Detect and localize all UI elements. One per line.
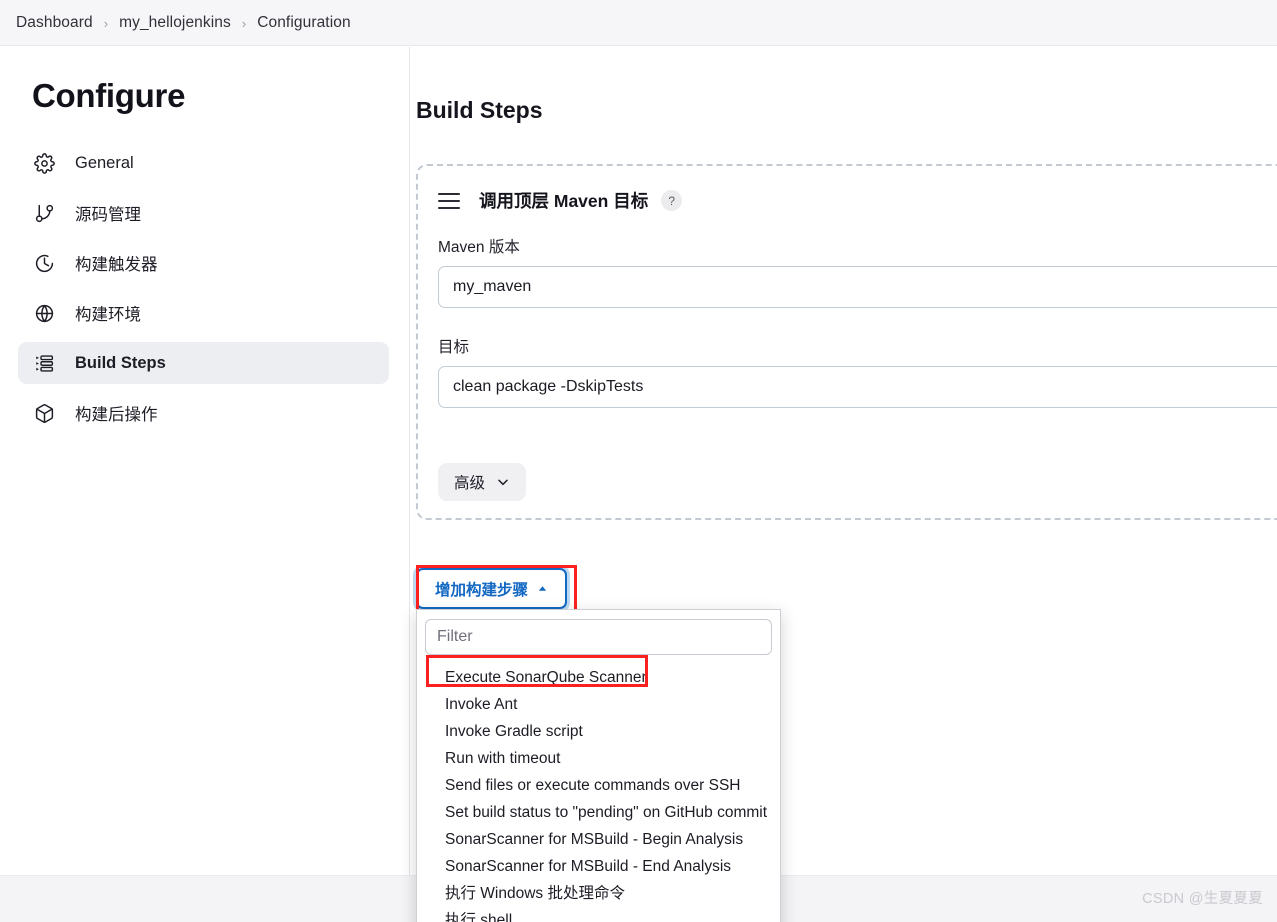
dropdown-list: Execute SonarQube Scanner Invoke Ant Inv…: [417, 663, 780, 922]
build-step-panel: 调用顶层 Maven 目标 ? Maven 版本 目标 高级: [416, 164, 1277, 520]
sidebar-nav: General 源码管理 构建触发器 构建环境 Build Steps 构建后操…: [0, 142, 409, 434]
dropdown-item-execute-sonarqube-scanner[interactable]: Execute SonarQube Scanner: [417, 663, 780, 690]
goals-input[interactable]: [438, 366, 1277, 408]
section-title: Build Steps: [416, 97, 543, 123]
help-icon[interactable]: ?: [661, 190, 683, 211]
package-icon: [32, 401, 56, 425]
sidebar-item-build-steps[interactable]: Build Steps: [18, 342, 389, 384]
breadcrumb-item-dashboard[interactable]: Dashboard: [16, 14, 93, 32]
main-content: Build Steps 调用顶层 Maven 目标 ? Maven 版本 目标 …: [411, 47, 1277, 922]
sidebar-item-label: 构建环境: [75, 306, 141, 324]
page-title: Configure: [32, 77, 186, 114]
goals-field: 目标: [418, 335, 1277, 408]
build-step-header: 调用顶层 Maven 目标 ?: [418, 166, 1277, 213]
sidebar-item-label: Build Steps: [75, 353, 166, 372]
dropdown-item-invoke-ant[interactable]: Invoke Ant: [417, 690, 780, 717]
git-branch-icon: [32, 201, 56, 225]
dropdown-item-sonarscanner-msbuild-begin[interactable]: SonarScanner for MSBuild - Begin Analysi…: [417, 825, 780, 852]
clock-icon: [32, 251, 56, 275]
breadcrumb-item-configuration[interactable]: Configuration: [257, 14, 351, 32]
dropdown-item-run-with-timeout[interactable]: Run with timeout: [417, 744, 780, 771]
configure-sidebar: Configure General 源码管理 构建触发器 构建环境 Build …: [0, 47, 410, 875]
dropdown-item-invoke-gradle-script[interactable]: Invoke Gradle script: [417, 717, 780, 744]
breadcrumb-separator: ›: [103, 16, 109, 31]
dropdown-item-execute-shell[interactable]: 执行 shell: [417, 906, 780, 922]
add-build-step-button[interactable]: 增加构建步骤: [416, 568, 568, 609]
sidebar-item-build-triggers[interactable]: 构建触发器: [18, 242, 389, 284]
dropdown-item-set-build-status-github[interactable]: Set build status to "pending" on GitHub …: [417, 798, 780, 825]
gear-icon: [32, 151, 56, 175]
watermark: CSDN @生夏夏夏: [1142, 891, 1263, 907]
sidebar-item-label: 构建触发器: [75, 256, 158, 274]
breadcrumb: Dashboard › my_hellojenkins › Configurat…: [0, 0, 1277, 46]
sidebar-item-label: 源码管理: [75, 206, 141, 224]
build-step-title: 调用顶层 Maven 目标: [479, 191, 649, 211]
maven-version-label: Maven 版本: [438, 239, 520, 256]
add-build-step-label: 增加构建步骤: [435, 581, 529, 599]
globe-icon: [32, 301, 56, 325]
list-steps-icon: [32, 351, 56, 375]
sidebar-item-label: 构建后操作: [75, 406, 158, 424]
maven-version-input[interactable]: [438, 266, 1277, 308]
sidebar-item-general[interactable]: General: [18, 142, 389, 184]
dropdown-item-execute-windows-batch[interactable]: 执行 Windows 批处理命令: [417, 879, 780, 906]
filter-wrapper: [417, 610, 780, 663]
sidebar-item-build-environment[interactable]: 构建环境: [18, 292, 389, 334]
add-build-step-wrapper: 增加构建步骤: [416, 565, 577, 615]
dropdown-item-sonarscanner-msbuild-end[interactable]: SonarScanner for MSBuild - End Analysis: [417, 852, 780, 879]
chevron-up-icon: [537, 583, 548, 594]
maven-version-field: Maven 版本: [418, 235, 1277, 308]
breadcrumb-separator: ›: [241, 16, 247, 31]
app-root: Dashboard › my_hellojenkins › Configurat…: [0, 0, 1277, 922]
breadcrumb-item-job[interactable]: my_hellojenkins: [119, 14, 231, 32]
dropdown-item-send-files-over-ssh[interactable]: Send files or execute commands over SSH: [417, 771, 780, 798]
sidebar-item-post-build-actions[interactable]: 构建后操作: [18, 392, 389, 434]
advanced-label: 高级: [454, 475, 486, 492]
build-step-dropdown: Execute SonarQube Scanner Invoke Ant Inv…: [416, 609, 781, 922]
advanced-button[interactable]: 高级: [438, 463, 527, 501]
sidebar-item-label: General: [75, 153, 134, 172]
drag-handle-icon[interactable]: [438, 192, 460, 209]
goals-label: 目标: [438, 339, 470, 356]
filter-input[interactable]: [425, 619, 772, 655]
sidebar-item-source-code-management[interactable]: 源码管理: [18, 192, 389, 234]
chevron-down-icon: [496, 475, 510, 489]
